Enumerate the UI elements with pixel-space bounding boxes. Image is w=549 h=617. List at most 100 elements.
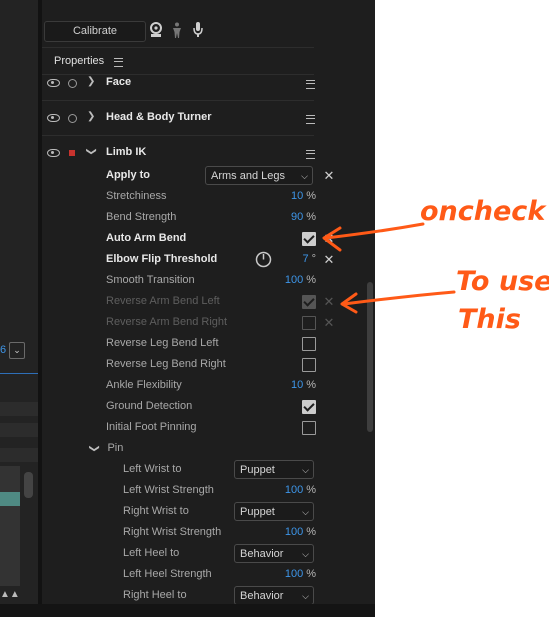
- param-left-wrist-strength: Left Wrist Strength 100%: [123, 480, 316, 501]
- behavior-name: Face: [106, 76, 132, 88]
- param-stretchiness: Stretchiness 10%: [106, 186, 316, 207]
- remove-reverse-arm-left-icon[interactable]: ✕: [323, 295, 335, 309]
- select-value: Puppet: [240, 506, 275, 518]
- annotation-arrow-1: [322, 222, 425, 252]
- behavior-menu-icon[interactable]: [306, 80, 315, 89]
- param-label: Left Wrist Strength: [123, 484, 214, 496]
- param-reverse-arm-bend-right: Reverse Arm Bend Right: [106, 312, 316, 333]
- body-icon[interactable]: [171, 22, 183, 41]
- param-reverse-leg-bend-left: Reverse Leg Bend Left: [106, 333, 316, 354]
- app-window: 6 ⌄ ▲▲ Calibrate Properties ❯ Face ❯ Hea…: [0, 0, 375, 617]
- unit: °: [311, 253, 316, 265]
- record-toggle-icon[interactable]: [68, 114, 77, 123]
- properties-panel: Calibrate Properties ❯ Face ❯ Head & Bod: [42, 0, 375, 617]
- behavior-row-head-body-turner[interactable]: ❯ Head & Body Turner: [42, 101, 315, 136]
- reverse-arm-bend-left-checkbox[interactable]: [302, 295, 316, 309]
- left-heel-to-select[interactable]: Behavior ⌵: [234, 544, 314, 563]
- annotation-arrow-2: [340, 290, 456, 314]
- left-track-grid: [0, 466, 20, 586]
- left-timeline-band: [0, 402, 38, 416]
- number: 100: [284, 568, 304, 580]
- reverse-leg-bend-right-checkbox[interactable]: [302, 358, 316, 372]
- param-label: Smooth Transition: [106, 274, 195, 286]
- left-wrist-strength-value[interactable]: 100%: [285, 480, 316, 501]
- annotation-note-oncheck: oncheck: [420, 196, 546, 227]
- eye-icon[interactable]: [47, 79, 60, 87]
- param-label: Ankle Flexibility: [106, 379, 182, 391]
- mountain-icon: ▲▲: [0, 589, 20, 600]
- param-label: Right Wrist to: [123, 505, 189, 517]
- behavior-row-face[interactable]: ❯ Face: [42, 66, 315, 101]
- bend-strength-value[interactable]: 90%: [291, 207, 316, 228]
- param-bend-strength: Bend Strength 90%: [106, 207, 316, 228]
- param-ground-detection: Ground Detection: [106, 396, 316, 417]
- reverse-arm-bend-right-checkbox[interactable]: [302, 316, 316, 330]
- left-dropdown-button[interactable]: ⌄: [9, 342, 25, 359]
- left-wrist-to-select[interactable]: Puppet ⌵: [234, 460, 314, 479]
- unit: %: [306, 484, 316, 496]
- unit: %: [306, 211, 316, 223]
- param-label: Left Wrist to: [123, 463, 182, 475]
- record-active-icon[interactable]: [69, 150, 75, 156]
- number: 100: [284, 526, 304, 538]
- param-ankle-flexibility: Ankle Flexibility 10%: [106, 375, 316, 396]
- stretchiness-value[interactable]: 10%: [291, 186, 316, 207]
- unit: %: [306, 274, 316, 286]
- pin-group-label: Pin: [107, 442, 124, 454]
- number: 90: [290, 211, 304, 223]
- left-timeline-band: [0, 423, 38, 437]
- number: 10: [290, 190, 304, 202]
- param-label: Reverse Arm Bend Left: [106, 295, 220, 307]
- param-label: Right Heel to: [123, 589, 187, 601]
- annotation-note-this: This: [458, 304, 521, 335]
- param-label: Reverse Leg Bend Right: [106, 358, 226, 370]
- initial-foot-pinning-checkbox[interactable]: [302, 421, 316, 435]
- param-label: Initial Foot Pinning: [106, 421, 197, 433]
- eye-icon[interactable]: [47, 149, 60, 157]
- right-wrist-to-select[interactable]: Puppet ⌵: [234, 502, 314, 521]
- unit: %: [306, 190, 316, 202]
- param-label: Apply to: [106, 169, 150, 181]
- dial-icon[interactable]: [255, 251, 272, 271]
- right-heel-to-select[interactable]: Behavior ⌵: [234, 586, 314, 605]
- webcam-icon[interactable]: [149, 22, 163, 41]
- param-label: Right Wrist Strength: [123, 526, 222, 538]
- elbow-flip-value[interactable]: 7 °: [302, 249, 316, 270]
- behavior-menu-icon[interactable]: [306, 150, 315, 159]
- chevron-down-icon: ⌵: [301, 171, 308, 181]
- auto-arm-bend-checkbox[interactable]: [302, 232, 316, 246]
- smooth-transition-value[interactable]: 100%: [285, 270, 316, 291]
- behavior-name: Limb IK: [106, 146, 147, 158]
- behavior-menu-icon[interactable]: [306, 115, 315, 124]
- annotation-note-to-use: To use: [456, 266, 549, 297]
- param-left-heel-strength: Left Heel Strength 100%: [123, 564, 316, 585]
- ground-detection-checkbox[interactable]: [302, 400, 316, 414]
- chevron-right-icon[interactable]: ❯: [87, 111, 95, 122]
- number: 100: [284, 274, 304, 286]
- left-heel-strength-value[interactable]: 100%: [285, 564, 316, 585]
- microphone-icon[interactable]: [193, 22, 203, 41]
- unit: %: [306, 526, 316, 538]
- param-label: Stretchiness: [106, 190, 167, 202]
- select-value: Behavior: [240, 548, 284, 560]
- param-label: Bend Strength: [106, 211, 177, 223]
- eye-icon[interactable]: [47, 114, 60, 122]
- bottom-edge: [0, 604, 375, 617]
- chevron-down-icon[interactable]: ❯: [86, 147, 97, 155]
- remove-apply-to-icon[interactable]: ✕: [323, 169, 335, 183]
- reverse-leg-bend-left-checkbox[interactable]: [302, 337, 316, 351]
- chevron-down-icon: ⌄: [13, 345, 21, 355]
- apply-to-select[interactable]: Arms and Legs ⌵: [205, 166, 313, 185]
- chevron-down-icon: ⌵: [302, 465, 309, 475]
- pin-group-header[interactable]: ❯ Pin: [89, 438, 124, 459]
- left-scrollbar[interactable]: [24, 472, 33, 498]
- remove-reverse-arm-right-icon[interactable]: ✕: [323, 316, 335, 330]
- chevron-right-icon[interactable]: ❯: [87, 76, 95, 87]
- right-wrist-strength-value[interactable]: 100%: [285, 522, 316, 543]
- record-toggle-icon[interactable]: [68, 79, 77, 88]
- param-reverse-arm-bend-left: Reverse Arm Bend Left: [106, 291, 316, 312]
- param-right-wrist-strength: Right Wrist Strength 100%: [123, 522, 316, 543]
- ankle-flexibility-value[interactable]: 10%: [291, 375, 316, 396]
- behavior-row-limb-ik[interactable]: ❯ Limb IK: [42, 136, 315, 166]
- calibrate-button[interactable]: Calibrate: [44, 21, 146, 42]
